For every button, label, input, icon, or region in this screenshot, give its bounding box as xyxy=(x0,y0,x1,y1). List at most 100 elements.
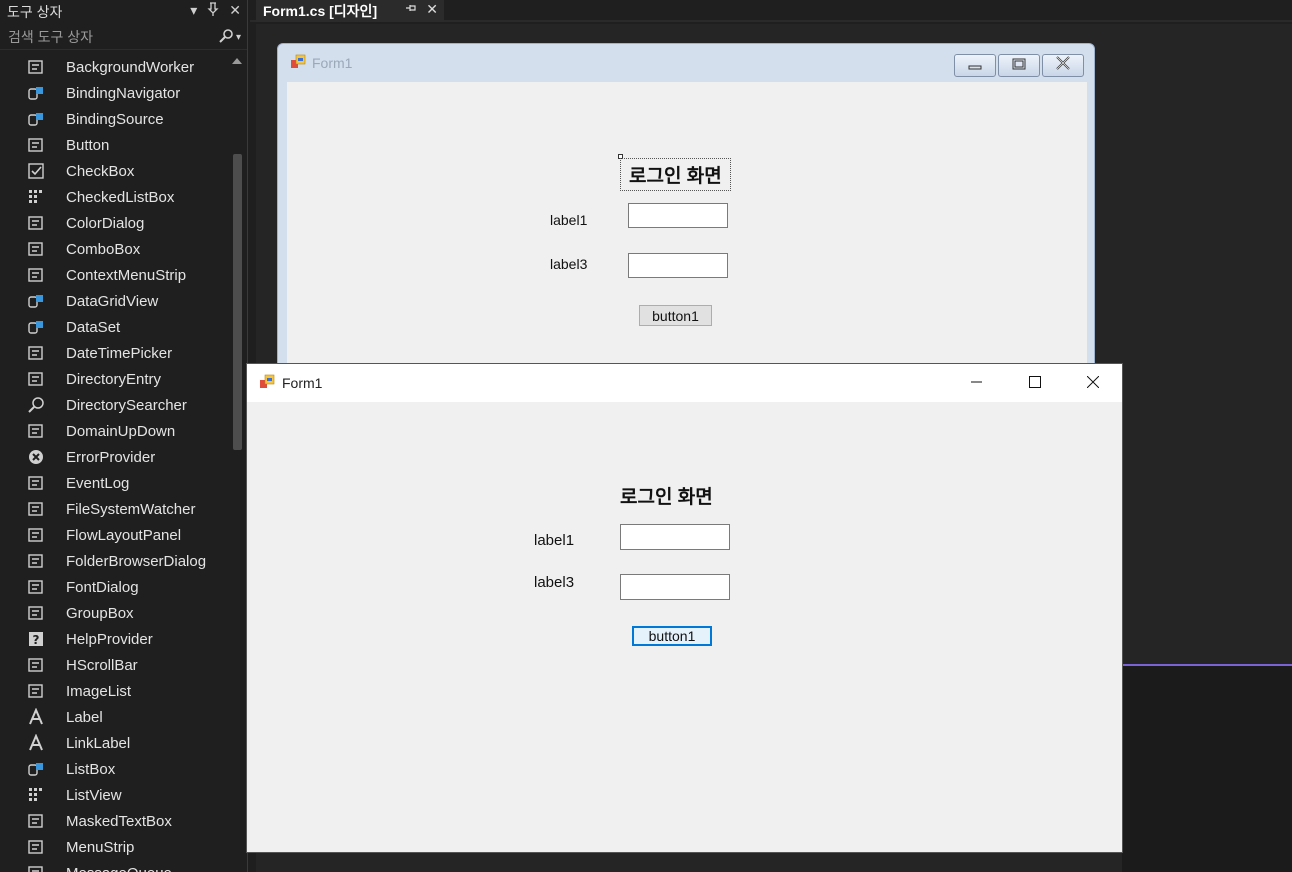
toolbox-item-flowlayoutpanel[interactable]: FlowLayoutPanel xyxy=(0,522,228,548)
toolbox-item-label: Button xyxy=(66,136,110,154)
dataset-icon xyxy=(26,318,46,336)
toolbox-item-label: DirectorySearcher xyxy=(66,396,187,414)
button-icon xyxy=(26,136,46,154)
toolbox-item-messagequeue[interactable]: MessageQueue xyxy=(0,860,228,872)
tab-label: Form1.cs [디자인] xyxy=(263,3,378,19)
toolbox-item-fontdialog[interactable]: FontDialog xyxy=(0,574,228,600)
toolbox-item-label: DomainUpDown xyxy=(66,422,176,440)
pin-icon[interactable] xyxy=(207,2,219,19)
designer-label1[interactable]: label1 xyxy=(550,212,587,228)
designer-close-button[interactable] xyxy=(1042,54,1084,77)
runtime-form-window[interactable]: Form1 로그인 화면 label1 label3 button1 xyxy=(247,364,1122,852)
designer-button1[interactable]: button1 xyxy=(639,305,712,326)
toolbox-item-domainupdown[interactable]: DomainUpDown xyxy=(0,418,228,444)
designer-heading-label[interactable]: 로그인 화면 xyxy=(620,158,731,191)
toolbox-item-errorprovider[interactable]: ErrorProvider xyxy=(0,444,228,470)
search-options-icon[interactable]: ▾ xyxy=(236,32,241,43)
toolbox-scrollbar[interactable] xyxy=(229,54,246,872)
search-icon[interactable] xyxy=(218,28,234,47)
designer-form-client[interactable]: 로그인 화면 label1 label3 button1 xyxy=(287,82,1087,382)
close-icon[interactable]: ✕ xyxy=(229,2,241,19)
close-tab-icon[interactable]: ✕ xyxy=(426,1,438,18)
scrollbar-thumb[interactable] xyxy=(233,154,242,450)
toolbox-item-contextmenustrip[interactable]: ContextMenuStrip xyxy=(0,262,228,288)
toolbox-item-helpprovider[interactable]: ? HelpProvider xyxy=(0,626,228,652)
pin-tab-icon[interactable] xyxy=(405,1,417,18)
toolbox-item-label: FolderBrowserDialog xyxy=(66,552,207,570)
toolbox-item-directorysearcher[interactable]: DirectorySearcher xyxy=(0,392,228,418)
linklabel-icon xyxy=(26,734,46,752)
scroll-up-icon[interactable] xyxy=(232,58,242,64)
toolbox-item-directoryentry[interactable]: DirectoryEntry xyxy=(0,366,228,392)
filesystem-watcher-icon xyxy=(26,500,46,518)
toolbox-item-label: ColorDialog xyxy=(66,214,145,232)
runtime-form-title: Form1 xyxy=(282,375,323,391)
maximize-button[interactable] xyxy=(1006,364,1064,402)
combobox-icon xyxy=(26,240,46,258)
toolbox-panel: 도구 상자 ▾ ✕ 검색 도구 상자 ▾ BackgroundWorker Bin… xyxy=(0,0,248,872)
toolbox-item-datetimepicker[interactable]: DateTimePicker xyxy=(0,340,228,366)
toolbox-item-listview[interactable]: ListView xyxy=(0,782,228,808)
message-queue-icon xyxy=(26,864,46,872)
designer-form[interactable]: Form1 로그인 화면 label1 label3 button1 xyxy=(277,43,1095,383)
toolbox-item-eventlog[interactable]: EventLog xyxy=(0,470,228,496)
imagelist-icon xyxy=(26,682,46,700)
toolbox-item-checkedlistbox[interactable]: CheckedListBox xyxy=(0,184,228,210)
toolbox-item-filesystemwatcher[interactable]: FileSystemWatcher xyxy=(0,496,228,522)
runtime-label3: label3 xyxy=(534,574,575,591)
toolbox-item-datagridview[interactable]: DataGridView xyxy=(0,288,228,314)
toolbox-item-button[interactable]: Button xyxy=(0,132,228,158)
toolbox-item-dataset[interactable]: DataSet xyxy=(0,314,228,340)
toolbox-item-colordialog[interactable]: ColorDialog xyxy=(0,210,228,236)
toolbox-item-label: BackgroundWorker xyxy=(66,58,195,76)
masked-textbox-icon xyxy=(26,812,46,830)
toolbox-item-hscrollbar[interactable]: HScrollBar xyxy=(0,652,228,678)
designer-form-title: Form1 xyxy=(312,55,353,71)
close-button[interactable] xyxy=(1064,364,1122,402)
directory-entry-icon xyxy=(26,370,46,388)
runtime-textbox2[interactable] xyxy=(620,574,730,600)
minimize-button[interactable] xyxy=(948,364,1006,402)
directory-searcher-icon xyxy=(26,396,46,414)
designer-textbox2[interactable] xyxy=(628,253,728,278)
toolbox-item-label: HScrollBar xyxy=(66,656,138,674)
dropdown-icon[interactable]: ▾ xyxy=(190,2,197,19)
runtime-form-titlebar[interactable]: Form1 xyxy=(247,364,1122,402)
toolbox-item-imagelist[interactable]: ImageList xyxy=(0,678,228,704)
toolbox-item-combobox[interactable]: ComboBox xyxy=(0,236,228,262)
toolbox-item-bindingnavigator[interactable]: BindingNavigator xyxy=(0,80,228,106)
runtime-heading-label: 로그인 화면 xyxy=(620,487,713,508)
toolbox-item-backgroundworker[interactable]: BackgroundWorker xyxy=(0,54,228,80)
toolbox-item-label: ErrorProvider xyxy=(66,448,156,466)
minimize-icon xyxy=(967,57,983,75)
toolbox-item-label: FlowLayoutPanel xyxy=(66,526,182,544)
designer-textbox1[interactable] xyxy=(628,203,728,228)
toolbox-item-maskedtextbox[interactable]: MaskedTextBox xyxy=(0,808,228,834)
toolbox-item-groupbox[interactable]: GroupBox xyxy=(0,600,228,626)
toolbox-item-menustrip[interactable]: MenuStrip xyxy=(0,834,228,860)
runtime-textbox1[interactable] xyxy=(620,524,730,550)
toolbox-item-checkbox[interactable]: CheckBox xyxy=(0,158,228,184)
designer-minimize-button[interactable] xyxy=(954,54,996,77)
toolbox-item-linklabel[interactable]: LinkLabel xyxy=(0,730,228,756)
runtime-button1[interactable]: button1 xyxy=(632,626,712,646)
toolbox-item-label: DateTimePicker xyxy=(66,344,173,362)
output-pane xyxy=(1122,664,1292,872)
document-tab-bar: Form1.cs [디자인] ✕ xyxy=(250,0,1292,22)
toolbox-item-label: ListView xyxy=(66,786,122,804)
flow-layout-icon xyxy=(26,526,46,544)
label-icon xyxy=(26,708,46,726)
toolbox-item-bindingsource[interactable]: BindingSource xyxy=(0,106,228,132)
toolbox-item-label: DataSet xyxy=(66,318,121,336)
designer-label3[interactable]: label3 xyxy=(550,256,587,272)
toolbox-item-label[interactable]: Label xyxy=(0,704,228,730)
listview-icon xyxy=(26,786,46,804)
background-worker-icon xyxy=(26,58,46,76)
toolbox-item-listbox[interactable]: ListBox xyxy=(0,756,228,782)
toolbox-item-label: GroupBox xyxy=(66,604,134,622)
form-icon xyxy=(259,374,275,393)
toolbox-search-input[interactable]: 검색 도구 상자 ▾ xyxy=(0,24,247,50)
toolbox-item-folderbrowserdialog[interactable]: FolderBrowserDialog xyxy=(0,548,228,574)
designer-maximize-button[interactable] xyxy=(998,54,1040,77)
tab-form1-designer[interactable]: Form1.cs [디자인] ✕ xyxy=(256,0,444,22)
